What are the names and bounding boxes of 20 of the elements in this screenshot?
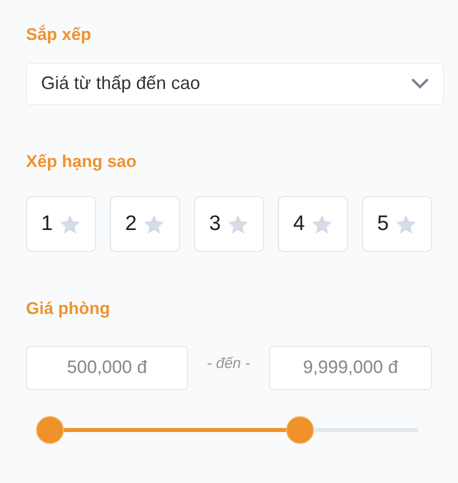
star-rating-option[interactable]: 3 [194,196,264,252]
star-rating-option[interactable]: 1 [26,196,96,252]
min-price-field[interactable]: 500,000 đ [26,346,188,390]
section-title: Xếp hạng sao [26,150,138,173]
chevron-down-icon [411,78,429,90]
section-title: Giá phòng [26,298,112,320]
sort-dropdown[interactable]: Giá từ thấp đến cao [26,62,444,104]
slider-handle[interactable] [36,416,64,444]
star-icon [394,214,417,234]
star-rating-option[interactable]: 4 [278,196,348,252]
slider-handle[interactable] [286,416,314,444]
max-price-field[interactable]: 9,999,000 đ [269,346,432,390]
range-separator: - đến - [206,354,252,374]
star-rating-option[interactable]: 2 [110,196,180,252]
star-icon [142,214,165,234]
star-icon [226,214,249,234]
star-rating-option[interactable]: 5 [362,196,432,252]
section-title: Sắp xếp [26,24,92,46]
star-icon [58,214,81,234]
star-icon [310,214,333,234]
